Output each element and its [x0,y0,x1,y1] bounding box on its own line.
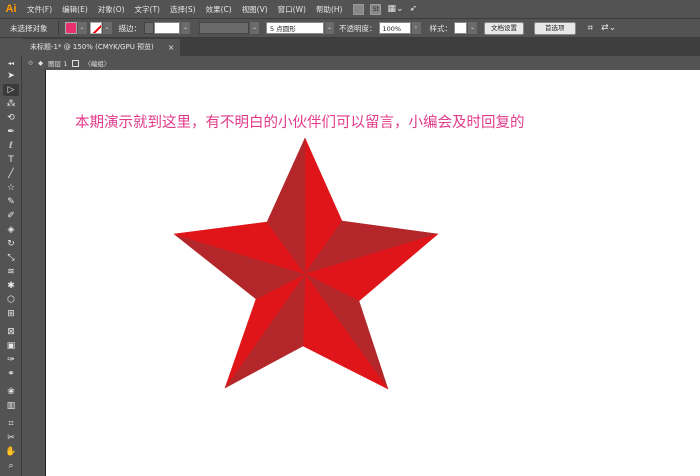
document-setup-button[interactable]: 文档设置 [484,21,524,35]
opacity-dropdown-icon[interactable]: › [411,22,421,34]
selection-tool-icon[interactable]: ➤ [3,70,19,82]
line-segment-tool-icon[interactable]: ╱ [3,168,19,180]
stroke-dropdown-icon[interactable]: ⌄ [102,22,112,34]
stroke-weight-dropdown-icon[interactable]: ⌄ [181,22,190,34]
menu-type[interactable]: 文字(T) [130,4,165,15]
breadcrumb: ⟐ ◆ 图层 1 〈编组〉 [22,56,700,70]
document-tab[interactable]: 未标题-1* @ 150% (CMYK/GPU 预览) × [22,39,181,56]
fill-dropdown-icon[interactable]: ⌄ [77,22,87,34]
menu-bar: Ai 文件(F) 编辑(E) 对象(O) 文字(T) 选择(S) 效果(C) 视… [0,0,700,18]
rotate-tool-icon[interactable]: ↻ [3,238,19,250]
opacity-label[interactable]: 不透明度： [337,23,379,34]
control-bar: 未选择对象 ⌄ ⌄ 描边： ⌄ ⌄ 5 点圆形 ⌄ 不透明度： 100% › 样… [0,18,700,38]
menu-right-icons: St ▦⌄ ➶ [353,3,418,15]
breadcrumb-group[interactable]: 〈编组〉 [84,58,110,68]
stroke-weight-input[interactable] [154,22,180,34]
panel-menu-icon[interactable]: ⇄⌄ [601,23,616,33]
selection-status: 未选择对象 [10,23,48,33]
tools-panel: ◂◂ ➤ ▷ ⁂ ⟲ ✒ ℓ T ╱ ☆ ✎ ✐ ◈ ↻ ⤡ ≋ ✱ ⬡ ⊞ ⊠… [0,56,22,476]
bridge-icon[interactable] [353,3,365,15]
lasso-tool-icon[interactable]: ⟲ [3,112,19,124]
send-icon[interactable]: ➶ [410,4,418,14]
puppet-warp-tool-icon[interactable]: ✱ [3,280,19,292]
type-tool-icon[interactable]: T [3,154,19,166]
fill-swatch[interactable] [64,22,77,34]
isolate-icon[interactable]: ⌗ [588,23,594,34]
menu-view[interactable]: 视图(V) [237,4,273,15]
stock-icon[interactable]: St [370,3,382,15]
stroke-label: 描边： [118,23,142,33]
curvature-tool-icon[interactable]: ℓ [3,140,19,152]
menu-edit[interactable]: 编辑(E) [57,4,93,15]
opacity-value: 100% [382,25,402,33]
artboard-tool-icon[interactable]: ⌗ [3,418,19,430]
app-logo: Ai [5,3,17,15]
graphic-style-swatch[interactable] [454,22,467,34]
eraser-tool-icon[interactable]: ◈ [3,224,19,236]
panel-collapse-icon[interactable]: ◂◂ [3,58,19,70]
divider [57,21,59,35]
stroke-weight-stepper[interactable] [144,22,154,34]
menu-help[interactable]: 帮助(H) [311,4,348,15]
symbol-sprayer-tool-icon[interactable]: ❀ [3,386,19,398]
stroke-swatch[interactable] [89,22,102,34]
artboard-caption: 本期演示就到这里，有不明白的小伙伴们可以留言，小编会及时回复的 [75,115,525,131]
close-icon[interactable]: × [168,39,175,56]
menu-file[interactable]: 文件(F) [22,4,57,15]
blend-tool-icon[interactable]: ⚭ [3,368,19,380]
star-facets [173,137,439,390]
star-tool-icon[interactable]: ☆ [3,182,19,194]
preferences-button[interactable]: 首选项 [534,21,576,35]
mesh-tool-icon[interactable]: ⊠ [3,326,19,338]
group-icon [72,59,80,67]
eyedropper-tool-icon[interactable]: ✑ [3,354,19,366]
menu-select[interactable]: 选择(S) [165,4,201,15]
five-point-star[interactable] [170,136,442,392]
perspective-grid-tool-icon[interactable]: ⊞ [3,308,19,320]
blob-brush-tool-icon[interactable]: ✐ [3,210,19,222]
arrange-documents-icon[interactable]: ▦⌄ [387,4,403,14]
brush-definition-value: 5 点圆形 [270,25,296,33]
variable-width-profile[interactable] [199,22,249,34]
gradient-tool-icon[interactable]: ▣ [3,340,19,352]
slice-tool-icon[interactable]: ✂ [3,432,19,444]
opacity-input[interactable]: 100% [378,22,411,34]
style-dropdown-icon[interactable]: ⌄ [468,22,477,34]
back-arrow-icon[interactable]: ⟐ [28,59,33,68]
brush-dropdown-icon[interactable]: ⌄ [325,22,334,34]
breadcrumb-layer[interactable]: 图层 1 [48,58,67,68]
magic-wand-tool-icon[interactable]: ⁂ [3,98,19,110]
hand-tool-icon[interactable]: ✋ [3,446,19,458]
shape-builder-tool-icon[interactable]: ⬡ [3,294,19,306]
document-tab-bar: 未标题-1* @ 150% (CMYK/GPU 预览) × [22,38,700,56]
warp-tool-icon[interactable]: ≋ [3,266,19,278]
direct-selection-tool-icon[interactable]: ▷ [3,84,19,96]
layers-icon: ◆ [38,59,44,67]
menu-window[interactable]: 窗口(W) [273,4,311,15]
menu-effect[interactable]: 效果(C) [201,4,237,15]
paintbrush-tool-icon[interactable]: ✎ [3,196,19,208]
scale-tool-icon[interactable]: ⤡ [3,252,19,264]
pen-tool-icon[interactable]: ✒ [3,126,19,138]
profile-dropdown-icon[interactable]: ⌄ [250,22,259,34]
graph-tool-icon[interactable]: ▥ [3,400,19,412]
brush-definition[interactable]: 5 点圆形 [266,22,324,34]
style-label: 样式： [429,23,453,33]
menu-object[interactable]: 对象(O) [93,4,130,15]
zoom-tool-icon[interactable]: ⌕ [3,460,19,472]
document-tab-title: 未标题-1* @ 150% (CMYK/GPU 预览) [30,43,154,51]
